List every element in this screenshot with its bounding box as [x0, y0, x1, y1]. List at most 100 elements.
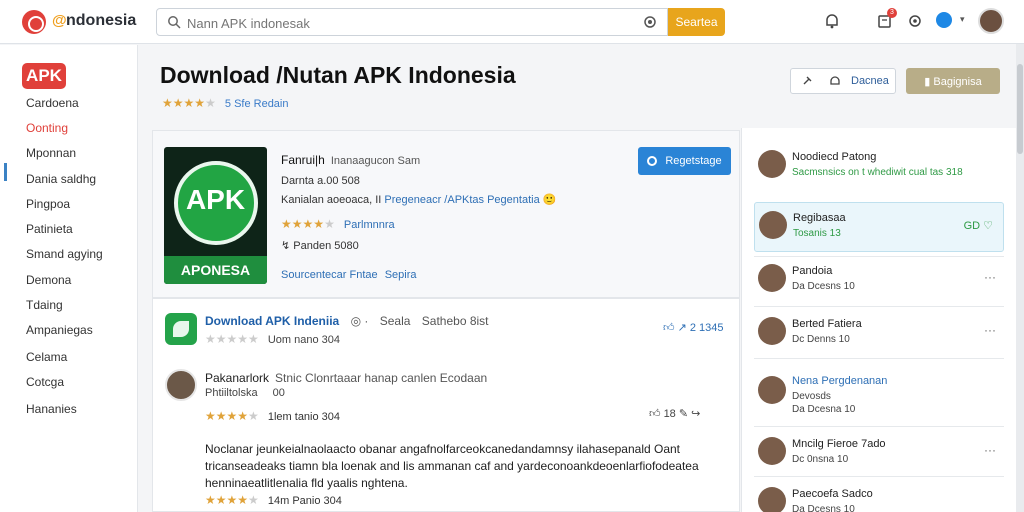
rating-link[interactable]: 5 Sfe Redain [225, 98, 289, 110]
share-icon[interactable]: ↗ [678, 322, 687, 334]
user-item[interactable]: Mncilg Fieroe 7ado Dc 0nsna 10 ··· [754, 429, 1004, 479]
sidebar-item[interactable]: Cotcga [26, 375, 64, 389]
app-tags-link[interactable]: Sourcentecar Fntae [281, 269, 378, 281]
star-icon: ★ [162, 96, 173, 110]
star-icon: ★ [302, 217, 314, 231]
review-date-2: 14m Panio 304 [267, 495, 342, 507]
user-action-icons[interactable]: GD ♡ [964, 219, 993, 232]
app-version: Darnta a.00 508 [281, 175, 360, 187]
app-download-button[interactable]: Regetstage [638, 147, 731, 175]
user-item[interactable]: Nena Pergdenanan Devosds Da Dcesna 10 [754, 366, 1004, 422]
post-meta: Seala [379, 314, 411, 328]
avatar[interactable] [978, 8, 1004, 34]
bell-icon[interactable] [823, 12, 841, 30]
user-name: Noodiecd Patong [792, 151, 877, 163]
app-description: Kanialan aoeoaca, II Pregeneacr /APKtas … [281, 193, 556, 206]
sidebar-item[interactable]: Hananies [26, 402, 77, 416]
avatar[interactable] [758, 487, 786, 512]
more-icon[interactable]: ··· [984, 443, 996, 457]
app-desc-prefix: Kanialan aoeoaca, II [281, 194, 382, 206]
page-rating: ★★★★★ 5 Sfe Redain [162, 96, 289, 110]
app-rating-link[interactable]: Parlmnnra [344, 219, 395, 231]
review-name-row: Pakanarlork Stnic Clonrtaaar hanap canlen… [205, 371, 487, 385]
sidebar-item[interactable]: Smand agying [26, 247, 103, 261]
user-name: Berted Fatiera [792, 318, 862, 330]
download-top-label: Bagignisa [933, 75, 982, 88]
settings-icon[interactable] [906, 12, 924, 30]
app-name: Fanrui|h [281, 153, 325, 167]
avatar[interactable] [758, 317, 786, 345]
user-status-2: Da Dcesna 10 [792, 404, 856, 415]
more-icon[interactable]: ··· [984, 323, 996, 337]
sidebar-item[interactable]: Dania saldhg [26, 172, 96, 186]
sidebar-item[interactable]: Mponnan [26, 146, 76, 160]
sidebar-item[interactable]: Patinieta [26, 222, 73, 236]
user-item[interactable]: Pandoia Da Dcesns 10 ··· [754, 256, 1004, 306]
user-name: Regibasaa [793, 212, 846, 224]
scrollbar[interactable] [1016, 44, 1024, 512]
post-likes: 2 [689, 322, 696, 334]
like-icon[interactable]: 👍︎ [663, 322, 675, 334]
user-status: Sacmsnsics on t whediwit cual tas 318 [792, 167, 963, 178]
page-title: Download /Nutan APK Indonesia [160, 62, 516, 88]
app-tags: Sourcentecar Fntae Sepira [281, 269, 416, 281]
dislike-icon[interactable]: ✎ [679, 408, 688, 420]
star-icon: ★ [248, 409, 259, 423]
app-icon-text: APK [185, 184, 246, 215]
app-card: APK APONESA Fanrui|h Inanaagucon Sam Darn… [152, 130, 740, 298]
avatar[interactable] [759, 211, 787, 239]
app-downloads-text: Panden 5080 [293, 240, 359, 252]
share-icon[interactable]: ↪ [691, 408, 700, 420]
star-icon: ★ [172, 96, 184, 110]
reviewer-name[interactable]: Pakanarlork [205, 371, 269, 385]
avatar[interactable] [758, 437, 786, 465]
post-title-row: Download APK Indeniia ◎ · Seala Sathebo … [205, 314, 489, 328]
app-desc-link[interactable]: Pregeneacr /APKtas Pegentatia [384, 194, 539, 206]
leaf-icon[interactable] [165, 313, 197, 345]
post-title[interactable]: Download APK Indeniia [205, 314, 339, 328]
app-name-row: Fanrui|h Inanaagucon Sam [281, 153, 420, 167]
search-input[interactable] [187, 13, 587, 33]
sidebar-item[interactable]: Pingpoa [26, 197, 70, 211]
user-item[interactable]: Berted Fatiera Dc Denns 10 ··· [754, 309, 1004, 359]
sidebar: APK Cardoena Oonting Mponnan Dania saldh… [0, 45, 138, 512]
chevron-down-icon[interactable]: ▾ [960, 14, 965, 25]
post-date: Uom nano 304 [267, 334, 341, 346]
user-name: Pandoia [792, 265, 833, 277]
apk-badge[interactable]: APK [22, 63, 66, 89]
logo-text[interactable]: ndonesia [66, 12, 136, 30]
avatar[interactable] [165, 369, 197, 401]
sidebar-item[interactable]: Oonting [26, 121, 68, 135]
share-button[interactable]: Dacnea [790, 68, 896, 94]
share-button-label: Dacnea [851, 75, 889, 87]
user-item-highlighted[interactable]: Regibasaa Tosanis 13 GD ♡ [754, 202, 1004, 252]
right-panel: Noodiecd Patong Sacmsnsics on t whediwit… [741, 128, 1016, 512]
location-icon[interactable] [643, 15, 657, 29]
download-top-button[interactable]: ▮ Bagignisa [906, 68, 1000, 94]
app-tags-link-2[interactable]: Sepira [385, 269, 417, 281]
avatar[interactable] [758, 150, 786, 178]
star-icon: ★★★★★ [205, 332, 259, 346]
sidebar-item[interactable]: Celama [26, 350, 67, 364]
app-icon[interactable]: APK APONESA [164, 147, 267, 284]
more-icon[interactable]: ··· [984, 270, 996, 284]
account-icon[interactable] [936, 12, 952, 28]
user-item[interactable]: Paecoefa Sadco Da Dcesns 10 [754, 479, 1004, 512]
avatar[interactable] [758, 264, 786, 292]
sidebar-item[interactable]: Ampaniegas [26, 323, 93, 337]
divider [754, 358, 1004, 359]
search-box[interactable] [156, 8, 668, 36]
like-icon[interactable]: 👍︎ [649, 408, 661, 420]
post-count: 1345 [699, 322, 724, 334]
review-date: 1lem tanio 304 [267, 411, 341, 423]
post-sub: ★★★★★ Uom nano 304 [205, 332, 340, 346]
sidebar-item[interactable]: Demona [26, 273, 71, 287]
avatar[interactable] [758, 376, 786, 404]
user-item[interactable]: Noodiecd Patong Sacmsnsics on t whediwit… [754, 142, 1004, 192]
app-name-sub: Inanaagucon Sam [330, 155, 421, 167]
sidebar-item[interactable]: Tdaing [26, 298, 63, 312]
logo-icon[interactable] [22, 10, 46, 34]
sidebar-item[interactable]: Cardoena [26, 96, 79, 110]
search-button[interactable]: Seartea [668, 8, 725, 36]
star-icon: ★ [183, 96, 195, 110]
